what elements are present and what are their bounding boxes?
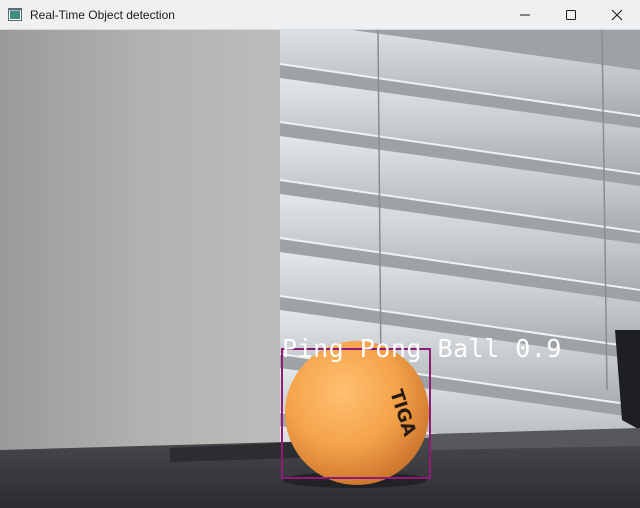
detection-label: Ping Pong Ball 0.9 bbox=[282, 334, 562, 363]
close-icon bbox=[611, 9, 623, 21]
window-title: Real-Time Object detection bbox=[30, 8, 175, 22]
title-bar: Real-Time Object detection bbox=[0, 0, 640, 30]
minimize-icon bbox=[520, 14, 530, 16]
maximize-button[interactable] bbox=[548, 0, 594, 30]
maximize-icon bbox=[566, 10, 576, 20]
close-button[interactable] bbox=[594, 0, 640, 30]
camera-frame: TIGA Ping Pong Ball 0.9 bbox=[0, 30, 640, 508]
minimize-button[interactable] bbox=[502, 0, 548, 30]
detection-bounding-box bbox=[281, 348, 431, 479]
app-window-icon bbox=[8, 8, 22, 21]
